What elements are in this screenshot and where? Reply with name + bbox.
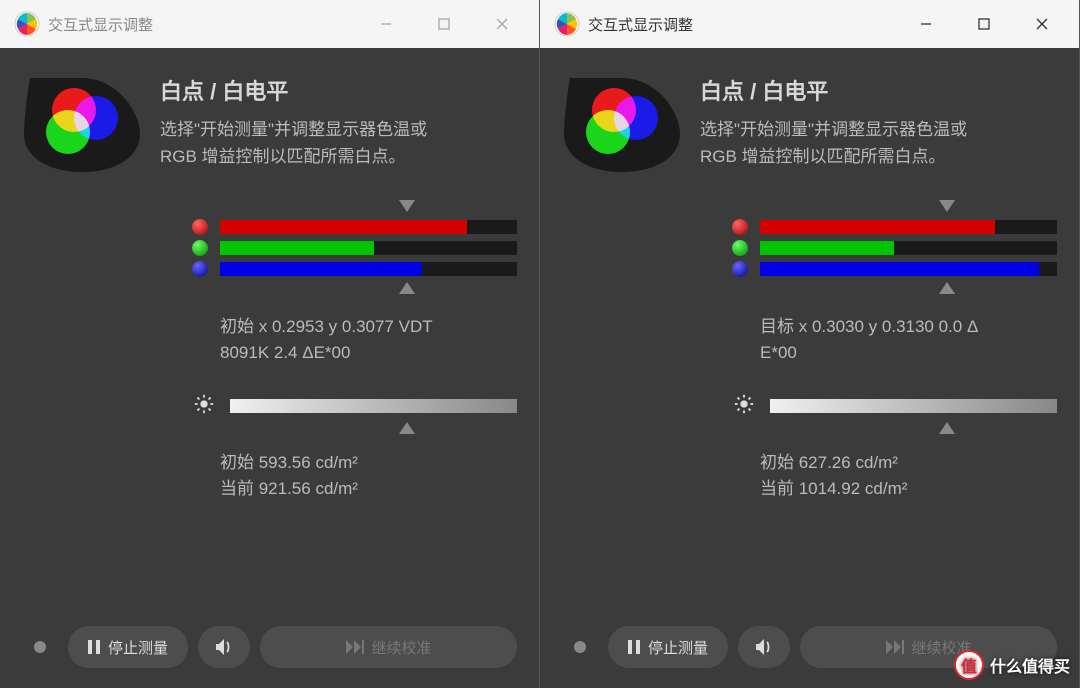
green-bar[interactable]	[760, 241, 1057, 255]
watermark-text: 什么值得买	[990, 653, 1070, 677]
whitepoint-info: 初始 x 0.2953 y 0.3077 VDT 8091K 2.4 ΔE*00	[220, 314, 517, 367]
info-line: 目标 x 0.3030 y 0.3130 0.0 Δ	[760, 314, 1057, 340]
heading: 白点 / 白电平	[700, 74, 967, 106]
brightness-info: 初始 593.56 cd/m² 当前 921.56 cd/m²	[220, 450, 517, 503]
app-icon	[14, 11, 40, 37]
info-line: 初始 x 0.2953 y 0.3077 VDT	[220, 314, 517, 340]
brightness-icon	[192, 393, 216, 420]
stop-measure-button[interactable]: 停止测量	[608, 626, 728, 668]
marker-top-icon	[939, 200, 955, 212]
next-icon	[886, 640, 904, 654]
brightness-line: 初始 627.26 cd/m²	[760, 450, 1057, 476]
app-icon	[554, 11, 580, 37]
sound-button[interactable]	[738, 626, 790, 668]
sound-button[interactable]	[198, 626, 250, 668]
rgb-venn-icon	[22, 74, 142, 174]
green-dot-icon	[732, 240, 748, 256]
speaker-icon	[214, 638, 234, 656]
blue-dot-icon	[732, 261, 748, 277]
window-title: 交互式显示调整	[588, 14, 889, 35]
bar-row-red	[732, 219, 1057, 235]
content-area: 白点 / 白电平 选择"开始测量"并调整显示器色温或 RGB 增益控制以匹配所需…	[0, 48, 539, 688]
red-dot-icon	[732, 219, 748, 235]
rgb-bars	[192, 200, 517, 296]
brightness-line: 当前 1014.92 cd/m²	[760, 476, 1057, 502]
red-dot-icon	[192, 219, 208, 235]
info-line: 8091K 2.4 ΔE*00	[220, 340, 517, 366]
close-button[interactable]	[473, 0, 531, 48]
marker-bottom-icon	[939, 282, 955, 294]
pause-icon	[88, 640, 100, 654]
footer-bar: 停止测量 继续校准	[22, 620, 517, 676]
description-line: RGB 增益控制以匹配所需白点。	[700, 143, 967, 170]
stop-measure-button[interactable]: 停止测量	[68, 626, 188, 668]
description-line: 选择"开始测量"并调整显示器色温或	[700, 116, 967, 143]
brightness-row	[732, 393, 1057, 420]
rgb-bars	[732, 200, 1057, 296]
blue-bar[interactable]	[760, 262, 1057, 276]
close-button[interactable]	[1013, 0, 1071, 48]
brightness-icon	[732, 393, 756, 420]
green-bar[interactable]	[220, 241, 517, 255]
window-controls	[897, 0, 1071, 48]
brightness-marker-icon	[399, 422, 415, 434]
titlebar: 交互式显示调整	[540, 0, 1079, 48]
green-dot-icon	[192, 240, 208, 256]
next-icon	[346, 640, 364, 654]
bar-row-blue	[732, 261, 1057, 277]
minimize-button[interactable]	[897, 0, 955, 48]
marker-top-icon	[399, 200, 415, 212]
description-line: RGB 增益控制以匹配所需白点。	[160, 143, 427, 170]
maximize-button[interactable]	[415, 0, 473, 48]
window-controls	[357, 0, 531, 48]
window-title: 交互式显示调整	[48, 14, 349, 35]
titlebar: 交互式显示调整	[0, 0, 539, 48]
speaker-icon	[754, 638, 774, 656]
info-line: E*00	[760, 340, 1057, 366]
window-left: 交互式显示调整 白点 / 白电平	[0, 0, 540, 688]
brightness-slider[interactable]	[770, 399, 1057, 413]
pause-icon	[628, 640, 640, 654]
continue-calibrate-button[interactable]: 继续校准	[260, 626, 517, 668]
brightness-marker-icon	[939, 422, 955, 434]
minimize-button[interactable]	[357, 0, 415, 48]
record-indicator-icon	[34, 641, 46, 653]
watermark: 值 什么值得买	[954, 650, 1070, 680]
marker-bottom-icon	[399, 282, 415, 294]
heading: 白点 / 白电平	[160, 74, 427, 106]
content-area: 白点 / 白电平 选择"开始测量"并调整显示器色温或 RGB 增益控制以匹配所需…	[540, 48, 1079, 688]
brightness-line: 初始 593.56 cd/m²	[220, 450, 517, 476]
bar-row-blue	[192, 261, 517, 277]
blue-dot-icon	[192, 261, 208, 277]
rgb-venn-icon	[562, 74, 682, 174]
red-bar[interactable]	[220, 220, 517, 234]
blue-bar[interactable]	[220, 262, 517, 276]
window-right: 交互式显示调整 白点 / 白电平	[540, 0, 1080, 688]
maximize-button[interactable]	[955, 0, 1013, 48]
watermark-badge-icon: 值	[954, 650, 984, 680]
brightness-slider[interactable]	[230, 399, 517, 413]
description-line: 选择"开始测量"并调整显示器色温或	[160, 116, 427, 143]
bar-row-green	[192, 240, 517, 256]
record-indicator-icon	[574, 641, 586, 653]
whitepoint-info: 目标 x 0.3030 y 0.3130 0.0 Δ E*00	[760, 314, 1057, 367]
brightness-line: 当前 921.56 cd/m²	[220, 476, 517, 502]
brightness-row	[192, 393, 517, 420]
brightness-info: 初始 627.26 cd/m² 当前 1014.92 cd/m²	[760, 450, 1057, 503]
bar-row-green	[732, 240, 1057, 256]
bar-row-red	[192, 219, 517, 235]
red-bar[interactable]	[760, 220, 1057, 234]
